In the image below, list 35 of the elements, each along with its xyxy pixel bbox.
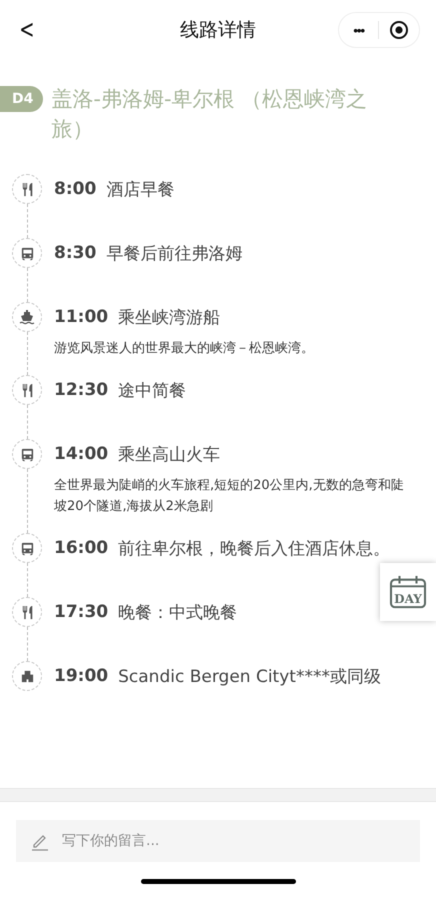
event-title: 晚餐：中式晚餐: [118, 602, 238, 624]
day-title: 盖洛-弗洛姆-卑尔根 （松恩峡湾之旅）: [51, 86, 368, 143]
event-time: 11:00: [54, 307, 108, 327]
day-calendar-button[interactable]: DAY: [380, 563, 436, 621]
event-title: Scandic Bergen Cityt****或同级: [118, 666, 381, 688]
meal-icon: [12, 375, 42, 405]
meal-icon: [12, 597, 42, 627]
event-title: 早餐后前往弗洛姆: [106, 242, 242, 264]
page-title: 线路详情: [180, 18, 256, 43]
hotel-icon: [12, 661, 42, 691]
train-icon: [12, 439, 42, 469]
calendar-icon: [389, 575, 427, 609]
event-time: 8:30: [54, 243, 96, 263]
event-title: 乘坐峡湾游船: [118, 306, 220, 328]
event-description: 游览风景迷人的世界最大的峡湾－松恩峡湾。: [54, 340, 315, 358]
boat-icon: [12, 302, 42, 332]
event-title: 前往卑尔根，晚餐后入住酒店休息。: [118, 538, 390, 560]
comment-field[interactable]: 写下你的留言...: [16, 820, 420, 862]
event-time: 12:30: [54, 380, 108, 400]
train-icon: [12, 533, 42, 563]
event-title: 途中简餐: [118, 380, 186, 402]
event-time: 14:00: [54, 444, 108, 464]
event-title: 乘坐高山火车: [118, 444, 220, 466]
event-title: 酒店早餐: [106, 178, 174, 200]
more-button[interactable]: •••: [349, 22, 368, 38]
day-badge: D4: [0, 86, 44, 112]
event-description: 全世界最为陡峭的火车旅程,短短的20公里内,无数的急弯和陡坡20个隧道,海拔从2米急剧: [54, 477, 405, 516]
close-icon[interactable]: [389, 20, 409, 40]
event-time: 19:00: [54, 666, 108, 686]
meal-icon: [12, 174, 42, 204]
event-time: 8:00: [54, 179, 96, 199]
train-icon: [12, 238, 42, 268]
event-time: 16:00: [54, 538, 108, 558]
back-button[interactable]: <: [19, 15, 35, 45]
event-time: 17:30: [54, 602, 108, 622]
